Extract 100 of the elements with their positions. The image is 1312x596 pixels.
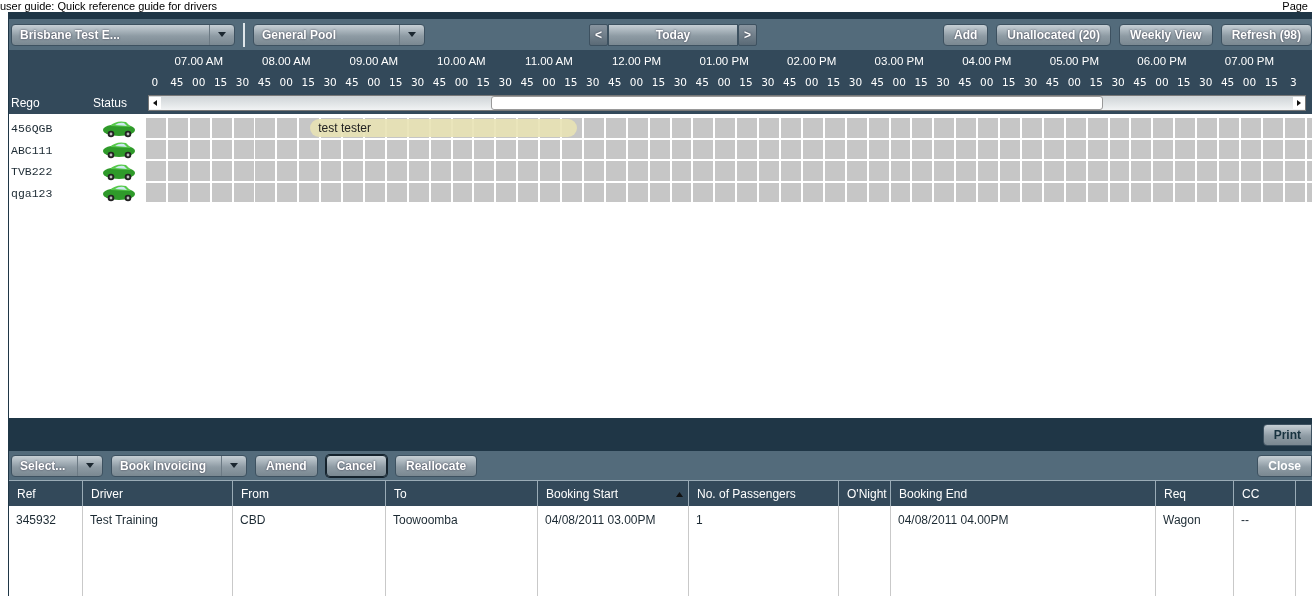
toolbar-button[interactable]: Weekly View [1119,23,1213,46]
minute-label: 15 [475,76,491,88]
column-header[interactable]: Ref [9,480,83,506]
minute-label: 00 [628,76,645,88]
hour-label: 02.00 PM [786,55,838,67]
minute-label: 15 [1263,76,1280,88]
minute-label: 45 [431,76,448,88]
car-icon [101,162,136,181]
pool-dropdown[interactable]: General Pool [253,23,425,46]
action-button[interactable]: Reallocate [395,454,478,477]
minute-label: 15 [913,76,929,88]
minute-label: 15 [300,76,316,88]
horizontal-scrollbar[interactable] [148,95,1306,111]
minute-label: 45 [1132,76,1148,88]
column-title: CC [1242,486,1260,501]
hour-label: 05.00 PM [1048,55,1100,67]
minute-label: 15 [212,76,229,88]
minute-label: 45 [1044,76,1061,88]
hour-label: 08.00 AM [261,55,312,67]
car-icon [101,119,136,138]
next-day-button[interactable]: > [738,23,758,46]
minute-label: 30 [672,76,688,88]
minute-label: 30 [409,76,426,88]
hour-label: 03.00 PM [873,55,925,67]
column-header[interactable]: Booking End [891,480,1156,506]
hour-label: 11.00 AM [524,55,574,67]
minute-label: 00 [979,76,995,88]
column-title: To [394,486,407,501]
hour-label: 01.00 PM [698,55,750,67]
column-header[interactable]: Req [1156,480,1234,506]
status-header: Status [92,96,129,110]
column-title: Req [1164,486,1186,501]
minute-label: 30 [935,76,951,88]
column-title: No. of Passengers [697,486,796,501]
toolbar-button[interactable]: Add [943,23,989,46]
column-title: Booking End [899,486,968,501]
scroll-right-icon[interactable] [1293,97,1305,109]
rego-header: Rego [10,96,41,110]
schedule-row[interactable]: test tester [146,118,1312,140]
minute-label: 30 [847,76,864,88]
minute-label: 30 [497,76,513,88]
minute-label: 00 [803,76,820,88]
today-button[interactable]: Today [608,23,738,46]
hour-label: 12.00 PM [610,55,663,67]
minute-label: 45 [256,76,273,88]
caret-icon [230,463,238,468]
minute-label: 45 [957,76,973,88]
column-title: O'Night [847,486,887,501]
previous-day-button[interactable]: < [589,23,608,46]
minute-label: 45 [606,76,623,88]
sort-ascending-icon [676,492,683,497]
minute-label: 00 [541,76,557,88]
column-header[interactable]: Driver [83,480,233,506]
column-header[interactable]: CC [1234,480,1296,506]
minute-label: 15 [738,76,754,88]
toolbar-button[interactable]: Refresh (98) [1220,23,1312,46]
hour-label: 06.00 PM [1136,55,1188,67]
column-title: Booking Start [546,486,619,501]
close-button[interactable]: Close [1257,454,1312,477]
print-button[interactable]: Print [1262,423,1312,446]
toolbar-button[interactable]: Unallocated (20) [996,23,1112,46]
car-icon [101,184,136,203]
hour-label: 07.00 PM [1223,55,1276,67]
minute-label: 15 [650,76,667,88]
column-header [1296,480,1312,506]
caret-icon [408,32,416,37]
minute-label: 00 [1241,76,1258,88]
minute-label: 15 [1176,76,1192,88]
minute-label: 45 [694,76,710,88]
minute-label: 30 [1110,76,1126,88]
column-title: From [241,486,269,501]
minute-label: 45 [169,76,185,88]
minute-label: 45 [344,76,360,88]
minute-label: 00 [1066,76,1083,88]
column-header[interactable]: From [233,480,386,506]
hour-label: 04.00 PM [961,55,1013,67]
minute-label: 30 [760,76,776,88]
hour-label: 09.00 AM [348,55,400,67]
action-dropdown[interactable]: Book Invoicing [111,454,247,477]
minute-label: 00 [891,76,907,88]
minute-label: 0 [150,76,160,88]
minute-label: 15 [1088,76,1104,88]
column-header[interactable]: Booking Start [538,480,689,506]
page-number: Page [1282,0,1308,12]
scroll-left-icon[interactable] [149,97,161,109]
action-dropdown[interactable]: Select... [11,454,103,477]
column-header[interactable]: No. of Passengers [689,480,839,506]
minute-label: 00 [453,76,470,88]
location-dropdown[interactable]: Brisbane Test E... [11,23,235,46]
action-button[interactable]: Cancel [325,454,388,477]
column-header[interactable]: To [386,480,538,506]
booking-bar[interactable]: test tester [310,119,578,137]
column-header[interactable]: O'Night [839,480,891,506]
minute-label: 45 [1219,76,1236,88]
caret-icon [218,32,226,37]
hour-label: 07.00 AM [173,55,224,67]
car-icon [101,141,136,160]
minute-label: 00 [366,76,382,88]
action-button[interactable]: Amend [255,454,318,477]
minute-label: 15 [388,76,404,88]
